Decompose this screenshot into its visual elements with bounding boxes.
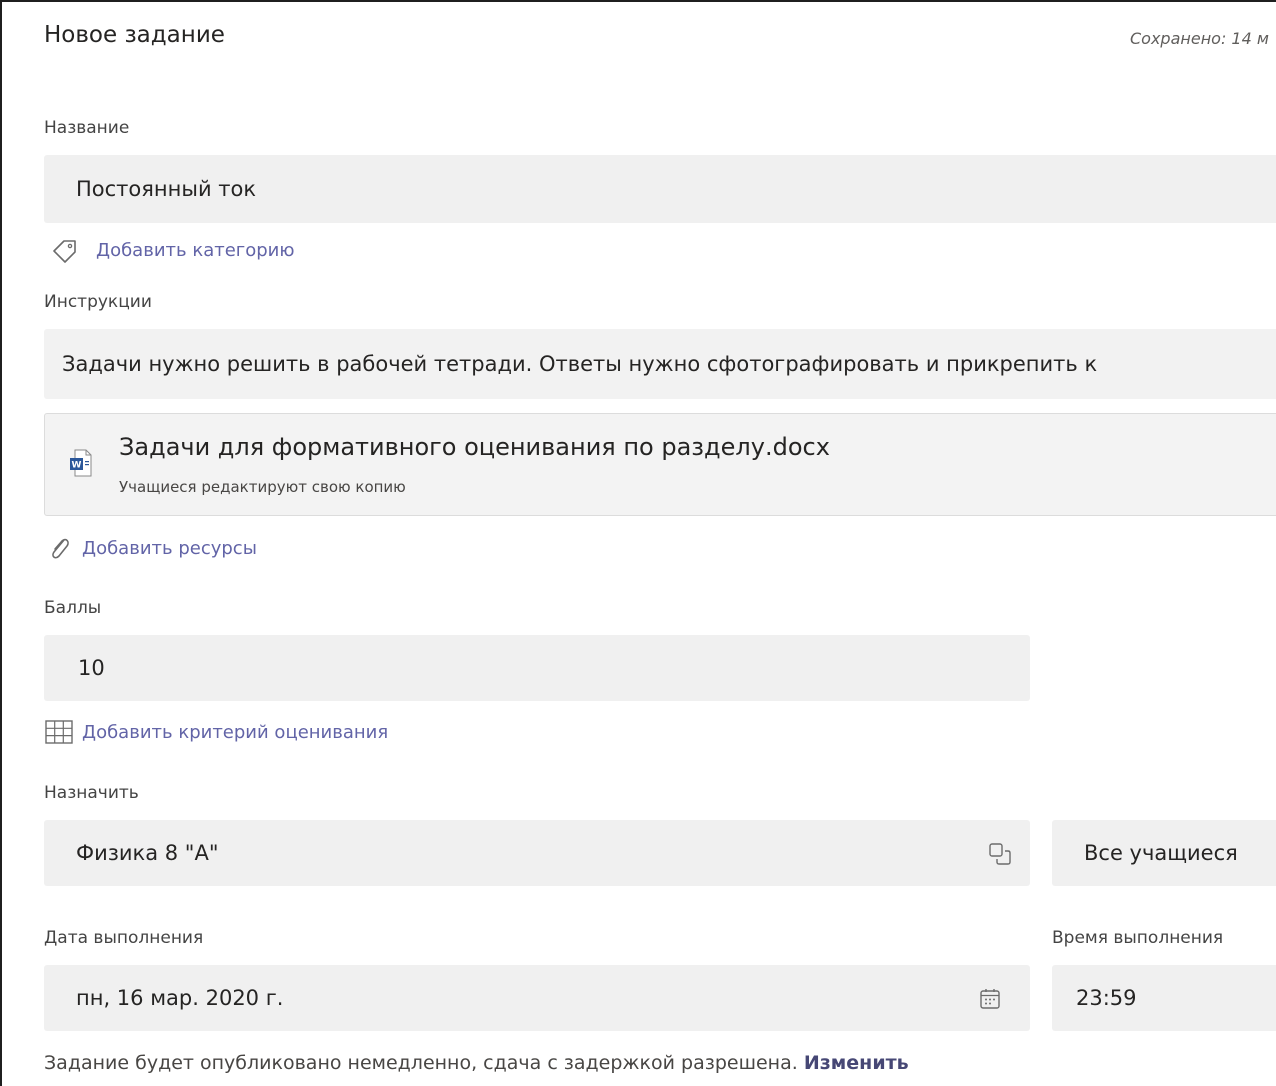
saved-status: Сохранено: 14 м — [1130, 29, 1269, 48]
word-file-icon: W — [69, 448, 93, 478]
add-category-link[interactable]: Добавить категорию — [96, 240, 295, 261]
assign-students-select[interactable]: Все учащиеся — [1052, 820, 1276, 886]
attachment-permission: Учащиеся редактируют свою копию — [119, 478, 406, 496]
due-date-label: Дата выполнения — [44, 928, 204, 948]
attachment-file-name[interactable]: Задачи для формативного оценивания по ра… — [119, 433, 830, 461]
points-input-value: 10 — [78, 656, 105, 680]
copy-icon[interactable] — [988, 842, 1012, 866]
assign-class-value: Физика 8 "А" — [76, 841, 219, 865]
attachment-card[interactable]: W Задачи для формативного оценивания по … — [44, 413, 1276, 516]
assignment-form: Новое задание Сохранено: 14 м Название П… — [0, 0, 1276, 1086]
svg-text:W: W — [72, 461, 82, 471]
tag-icon — [50, 236, 80, 266]
publish-info-text: Задание будет опубликовано немедленно, с… — [44, 1052, 798, 1074]
instructions-input[interactable]: Задачи нужно решить в рабочей тетради. О… — [44, 329, 1276, 399]
instructions-input-value: Задачи нужно решить в рабочей тетради. О… — [62, 352, 1098, 376]
due-time-input[interactable]: 23:59 — [1052, 965, 1276, 1031]
paperclip-icon — [46, 533, 72, 563]
publish-info: Задание будет опубликовано немедленно, с… — [44, 1052, 909, 1074]
name-input-value: Постоянный ток — [76, 177, 257, 201]
due-time-value: 23:59 — [1076, 986, 1137, 1010]
points-label: Баллы — [44, 598, 102, 618]
grid-icon — [44, 718, 74, 746]
points-input[interactable]: 10 — [44, 635, 1030, 701]
name-input[interactable]: Постоянный ток — [44, 155, 1276, 223]
calendar-icon[interactable] — [978, 987, 1002, 1011]
due-date-input[interactable]: пн, 16 мар. 2020 г. — [44, 965, 1030, 1031]
add-rubric-link[interactable]: Добавить критерий оценивания — [82, 722, 388, 743]
add-resources-link[interactable]: Добавить ресурсы — [82, 538, 257, 559]
name-label: Название — [44, 118, 130, 138]
instructions-label: Инструкции — [44, 292, 152, 312]
assign-label: Назначить — [44, 783, 139, 803]
due-date-value: пн, 16 мар. 2020 г. — [76, 986, 284, 1010]
assign-students-value: Все учащиеся — [1084, 841, 1238, 865]
assign-class-select[interactable]: Физика 8 "А" — [44, 820, 1030, 886]
change-link[interactable]: Изменить — [804, 1052, 909, 1074]
page-title: Новое задание — [44, 22, 225, 48]
due-time-label: Время выполнения — [1052, 928, 1224, 948]
